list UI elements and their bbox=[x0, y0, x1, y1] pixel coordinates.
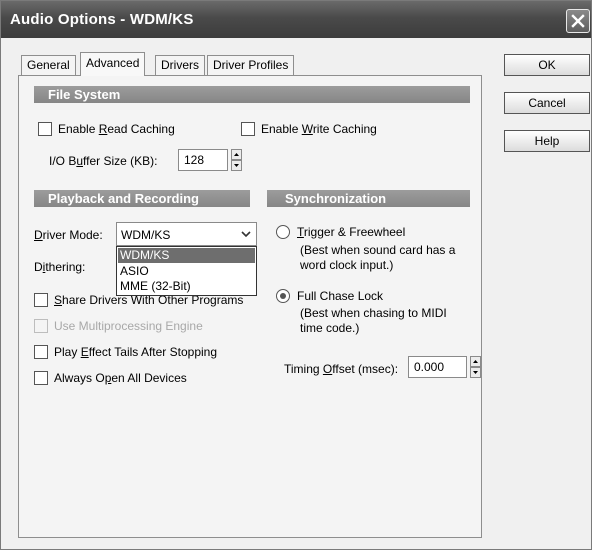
trigger-description-line2: word clock input.) bbox=[300, 258, 394, 272]
tab-label: General bbox=[27, 58, 70, 72]
chase-description-line2: time code.) bbox=[300, 321, 360, 335]
full-chase-lock-radio[interactable] bbox=[276, 289, 290, 303]
buffer-size-stepper[interactable] bbox=[231, 149, 242, 171]
timing-offset-stepper[interactable] bbox=[470, 356, 481, 378]
audio-options-dialog: Audio Options - WDM/KS General Advanced … bbox=[0, 0, 592, 550]
checkbox-box[interactable] bbox=[241, 122, 255, 136]
file-system-header: File System bbox=[34, 86, 470, 103]
tab-general[interactable]: General bbox=[21, 55, 76, 75]
tab-label: Driver Profiles bbox=[213, 58, 289, 72]
spin-down-button[interactable] bbox=[470, 367, 481, 378]
trigger-freewheel-radio[interactable] bbox=[276, 225, 290, 239]
synchronization-header: Synchronization bbox=[267, 190, 470, 207]
trigger-description-line1: (Best when sound card has a bbox=[300, 243, 456, 257]
dithering-label: Dithering: bbox=[34, 260, 86, 274]
checkbox-box[interactable] bbox=[34, 293, 48, 307]
tab-advanced[interactable]: Advanced bbox=[80, 52, 146, 76]
driver-mode-value: WDM/KS bbox=[121, 228, 171, 242]
spin-up-button[interactable] bbox=[470, 356, 481, 367]
buffer-size-value: 128 bbox=[184, 153, 205, 167]
arrow-down-icon bbox=[234, 164, 239, 167]
chevron-down-icon[interactable] bbox=[237, 225, 255, 243]
arrow-up-icon bbox=[473, 360, 478, 363]
dropdown-option-wdmks[interactable]: WDM/KS bbox=[118, 248, 255, 263]
checkbox-box[interactable] bbox=[34, 319, 48, 333]
help-button[interactable]: Help bbox=[504, 130, 590, 152]
radio-selected-dot bbox=[280, 293, 286, 299]
tab-drivers[interactable]: Drivers bbox=[155, 55, 205, 75]
arrow-up-icon bbox=[234, 153, 239, 156]
cancel-button[interactable]: Cancel bbox=[504, 92, 590, 114]
full-chase-lock-label: Full Chase Lock bbox=[297, 289, 384, 303]
chase-description-line1: (Best when chasing to MIDI bbox=[300, 306, 447, 320]
spin-up-button[interactable] bbox=[231, 149, 242, 160]
tab-label: Drivers bbox=[161, 58, 199, 72]
timing-offset-input[interactable]: 0.000 bbox=[408, 356, 467, 378]
driver-mode-dropdown-list: WDM/KS ASIO MME (32-Bit) bbox=[116, 246, 257, 296]
checkbox-box[interactable] bbox=[38, 122, 52, 136]
driver-mode-select[interactable]: WDM/KS bbox=[116, 222, 257, 246]
spin-down-button[interactable] bbox=[231, 160, 242, 171]
title-bar[interactable]: Audio Options - WDM/KS bbox=[1, 1, 591, 38]
trigger-freewheel-label: Trigger & Freewheel bbox=[297, 225, 406, 239]
dropdown-option-mme[interactable]: MME (32-Bit) bbox=[118, 279, 255, 294]
ok-button[interactable]: OK bbox=[504, 54, 590, 76]
dropdown-option-asio[interactable]: ASIO bbox=[118, 264, 255, 279]
checkbox-box[interactable] bbox=[34, 371, 48, 385]
window-title: Audio Options - WDM/KS bbox=[10, 11, 194, 28]
arrow-down-icon bbox=[473, 371, 478, 374]
checkbox-label: Enable Write Caching bbox=[261, 122, 377, 136]
timing-offset-label: Timing Offset (msec): bbox=[284, 362, 399, 376]
close-button[interactable] bbox=[566, 9, 590, 33]
tab-label: Advanced bbox=[86, 56, 140, 70]
timing-offset-value: 0.000 bbox=[414, 360, 445, 374]
checkbox-label: Use Multiprocessing Engine bbox=[54, 319, 203, 333]
buffer-size-label: I/O Buffer Size (KB): bbox=[49, 154, 158, 168]
checkbox-box[interactable] bbox=[34, 345, 48, 359]
close-icon bbox=[571, 14, 585, 28]
driver-mode-label: Driver Mode: bbox=[34, 228, 103, 242]
checkbox-label: Play Effect Tails After Stopping bbox=[54, 345, 218, 359]
playback-recording-header: Playback and Recording bbox=[34, 190, 250, 207]
buffer-size-input[interactable]: 128 bbox=[178, 149, 228, 171]
checkbox-label: Always Open All Devices bbox=[54, 371, 187, 385]
tab-driver-profiles[interactable]: Driver Profiles bbox=[207, 55, 295, 75]
checkbox-label: Enable Read Caching bbox=[58, 122, 175, 136]
